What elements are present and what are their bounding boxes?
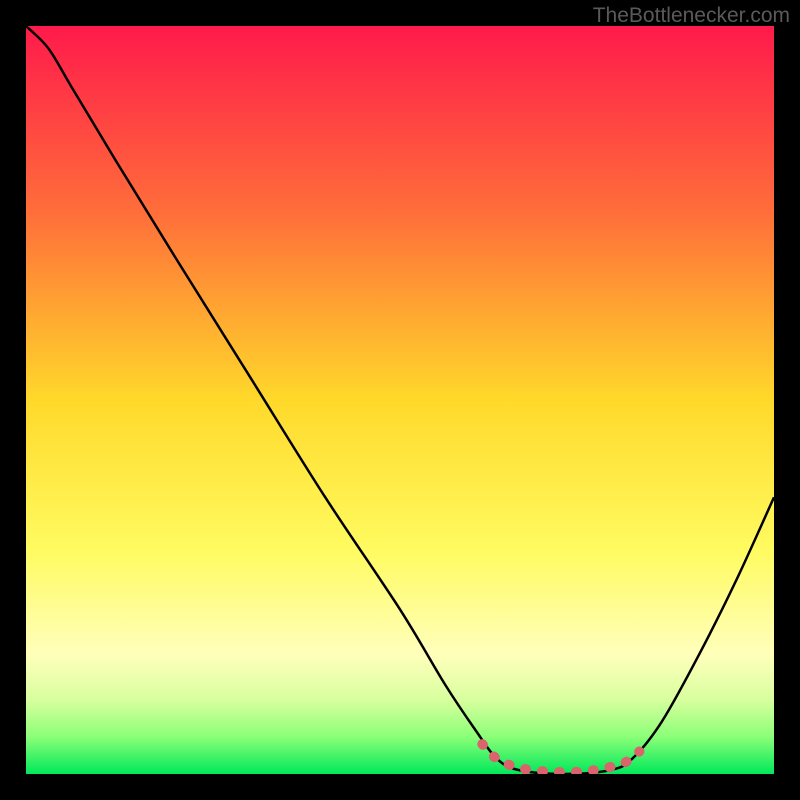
watermark-text: TheBottlenecker.com xyxy=(593,4,790,28)
chart-plot-area xyxy=(26,26,774,774)
chart-background xyxy=(26,26,774,774)
chart-svg xyxy=(26,26,774,774)
